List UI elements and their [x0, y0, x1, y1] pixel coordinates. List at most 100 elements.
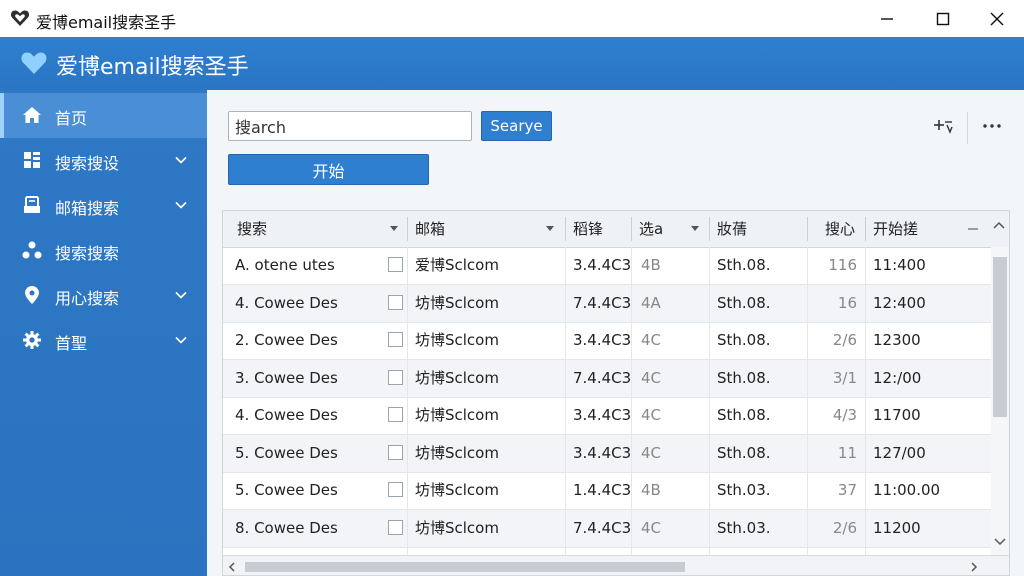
- table-cell: Sth.08.: [717, 368, 771, 387]
- results-table: 搜索 邮箱 稻锋 选a 妝蒨 搜心 开始搓 A. otene utes 爱博Scl…: [222, 210, 1010, 576]
- table-cell: 3. Cowee Des: [235, 368, 338, 387]
- vertical-scroll-thumb[interactable]: [993, 257, 1007, 417]
- app-banner: 爱博email搜索圣手: [0, 37, 1024, 90]
- column-header[interactable]: 开始搓: [873, 211, 918, 247]
- table-cell: 4/3: [832, 406, 857, 424]
- table-cell: 12300: [873, 331, 921, 349]
- column-divider: [865, 217, 866, 241]
- search-button[interactable]: Searye: [481, 111, 552, 141]
- table-cell: 16: [837, 293, 857, 312]
- table-row[interactable]: 8. Cowee Des 坊博Sclcom 7.4.4C3 4C Sth.03. 2/6 1…: [223, 509, 991, 548]
- column-divider: [807, 217, 808, 241]
- row-checkbox[interactable]: [388, 369, 403, 385]
- table-cell: 4C: [641, 518, 662, 537]
- table-cell: 8. Cowee Des: [235, 518, 338, 537]
- more-icon: [983, 124, 1001, 128]
- mailbox-icon: [24, 196, 40, 213]
- scroll-left-icon[interactable]: [227, 561, 237, 573]
- sidebar-item-search-search[interactable]: 搜索搜索: [0, 228, 207, 273]
- row-checkbox[interactable]: [388, 294, 403, 310]
- column-divider: [865, 247, 866, 557]
- heart-logo-icon: [11, 10, 29, 26]
- scroll-up-icon[interactable]: [992, 220, 1006, 230]
- table-cell: 11700: [873, 406, 921, 424]
- column-divider: [631, 247, 632, 557]
- table-cell: 2. Cowee Des: [235, 331, 338, 349]
- column-header[interactable]: 搜索: [237, 211, 267, 247]
- table-cell: Sth.08.: [717, 443, 771, 462]
- start-button[interactable]: 开始: [228, 154, 429, 185]
- table-cell: 3.4.4C3: [573, 443, 632, 462]
- sort-caret-icon[interactable]: [546, 226, 554, 231]
- column-divider: [709, 247, 710, 557]
- sort-caret-icon[interactable]: [390, 226, 398, 231]
- table-row[interactable]: 4. Cowee Des 坊博Sclcom 7.4.4C3 4A Sth.08. 16 12…: [223, 284, 991, 323]
- table-cell: 坊博Sclcom: [415, 481, 499, 499]
- chevron-down-icon: [175, 201, 187, 209]
- table-cell: 4B: [641, 481, 661, 499]
- row-checkbox[interactable]: [388, 444, 403, 460]
- table-cell: 5. Cowee Des: [235, 481, 338, 499]
- table-cell: 3.4.4C3: [573, 331, 632, 349]
- sidebar-item-heart-search[interactable]: 用心搜索: [0, 273, 207, 318]
- table-cell: Sth.03.: [717, 481, 771, 499]
- table-cell: 11: [837, 443, 857, 462]
- minimize-icon: [881, 17, 893, 20]
- table-cell: 7.4.4C3: [573, 518, 632, 537]
- table-row[interactable]: 4. Cowee Des 坊博Sclcom 3.4.4C3 4C Sth.08. 4/3 1…: [223, 397, 991, 435]
- table-cell: 坊博Sclcom: [415, 406, 499, 424]
- sidebar-item-mailbox-search[interactable]: 邮箱搜索: [0, 183, 207, 228]
- minimize-button[interactable]: [862, 0, 912, 37]
- horizontal-scroll-thumb[interactable]: [245, 562, 685, 572]
- row-checkbox[interactable]: [388, 332, 403, 347]
- table-row[interactable]: 5. Cowee Des 坊博Sclcom 1.4.4C3 4B Sth.03. 37 11…: [223, 472, 991, 510]
- sidebar-item-home[interactable]: 首页: [0, 93, 207, 138]
- add-filter-button[interactable]: [932, 116, 954, 136]
- column-header[interactable]: 妝蒨: [717, 211, 747, 247]
- vertical-scrollbar[interactable]: [991, 247, 1009, 555]
- column-divider: [631, 217, 632, 241]
- table-cell: 12:/00: [873, 368, 922, 387]
- table-row[interactable]: 3. Cowee Des 坊博Sclcom 7.4.4C3 4C Sth.08. 3/1 1…: [223, 359, 991, 398]
- sidebar-item-label: 首聖: [55, 334, 88, 353]
- table-cell: 3/1: [832, 368, 857, 387]
- table-cell: 4C: [641, 406, 662, 424]
- toolbar-divider: [967, 112, 968, 144]
- table-header: 搜索 邮箱 稻锋 选a 妝蒨 搜心 开始搓: [223, 211, 1009, 248]
- horizontal-scrollbar[interactable]: [223, 555, 1009, 575]
- table-row[interactable]: 5. Cowee Des 坊博Sclcom 3.4.4C3 4C Sth.08. 11 12…: [223, 434, 991, 473]
- table-cell: 7.4.4C3: [573, 293, 632, 312]
- scroll-down-icon[interactable]: [993, 537, 1007, 547]
- table-cell: 坊博Sclcom: [415, 331, 499, 349]
- scroll-right-icon[interactable]: [969, 561, 979, 573]
- column-header[interactable]: 邮箱: [415, 211, 445, 247]
- more-options-button[interactable]: [981, 116, 1003, 136]
- sidebar-item-label: 搜索搜设: [55, 154, 120, 173]
- sidebar-item-search-settings[interactable]: 搜索搜设: [0, 138, 207, 183]
- table-cell: 坊博Sclcom: [415, 443, 499, 462]
- sidebar-item-settings[interactable]: 首聖: [0, 318, 207, 363]
- table-cell: A. otene utes: [235, 256, 335, 274]
- search-input[interactable]: [228, 111, 472, 141]
- sidebar: 首页 搜索搜设 邮箱搜索 搜索搜索 用心搜索 首聖: [0, 90, 207, 576]
- table-cell: 4. Cowee Des: [235, 293, 338, 312]
- table-cell: 爱博Sclcom: [415, 256, 499, 274]
- column-divider: [709, 217, 710, 241]
- column-header[interactable]: 稻锋: [573, 211, 603, 247]
- column-header[interactable]: 选a: [639, 211, 663, 247]
- sort-caret-icon[interactable]: [691, 226, 699, 231]
- row-checkbox[interactable]: [388, 257, 403, 272]
- table-cell: 11:400: [873, 256, 926, 274]
- row-checkbox[interactable]: [388, 482, 403, 497]
- table-row[interactable]: A. otene utes 爱博Sclcom 3.4.4C3 4B Sth.08. 116…: [223, 247, 991, 285]
- table-cell: 4A: [641, 293, 661, 312]
- window-title: 爱博email搜索圣手: [36, 13, 177, 32]
- close-button[interactable]: [972, 0, 1022, 37]
- row-checkbox[interactable]: [388, 519, 403, 535]
- dashboard-icon: [24, 152, 40, 168]
- row-checkbox[interactable]: [388, 407, 403, 422]
- collapse-icon[interactable]: [967, 225, 979, 233]
- column-header[interactable]: 搜心: [825, 211, 855, 247]
- table-row[interactable]: 2. Cowee Des 坊博Sclcom 3.4.4C3 4C Sth.08. 2/6 1…: [223, 322, 991, 360]
- maximize-button[interactable]: [918, 0, 968, 37]
